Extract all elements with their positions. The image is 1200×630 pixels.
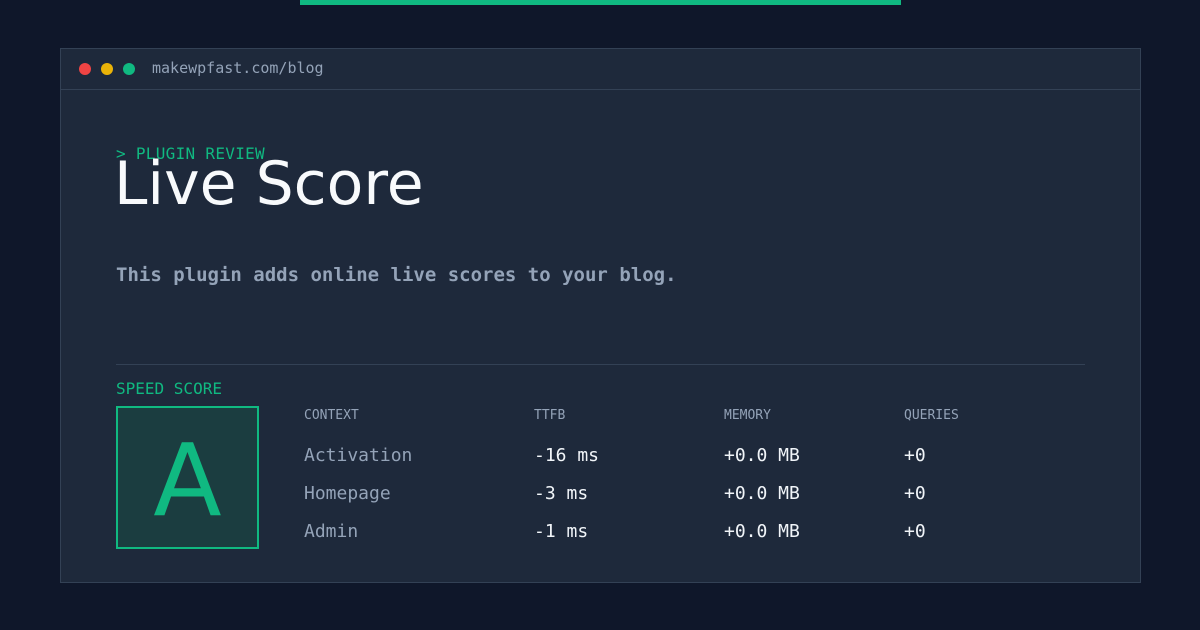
row-activation-memory: +0.0 MB xyxy=(724,445,800,466)
row-admin-memory: +0.0 MB xyxy=(724,521,800,542)
window-titlebar: makewpfast.com/blog xyxy=(61,49,1140,90)
grade-letter: A xyxy=(153,422,222,539)
row-activation-queries: +0 xyxy=(904,445,926,466)
maximize-dot[interactable] xyxy=(123,63,135,75)
speed-score-label: SPEED SCORE xyxy=(116,379,222,398)
column-header-context: CONTEXT xyxy=(304,408,359,423)
column-header-queries: QUERIES xyxy=(904,408,959,423)
row-admin-queries: +0 xyxy=(904,521,926,542)
row-admin-ttfb: -1 ms xyxy=(534,521,589,542)
url-text: makewpfast.com/blog xyxy=(152,59,324,77)
minimize-dot[interactable] xyxy=(101,63,113,75)
page-title: Live Score xyxy=(114,149,424,219)
row-homepage-ttfb: -3 ms xyxy=(534,483,589,504)
row-activation-ttfb: -16 ms xyxy=(534,445,600,466)
column-header-ttfb: TTFB xyxy=(534,408,566,423)
row-homepage-queries: +0 xyxy=(904,483,926,504)
close-dot[interactable] xyxy=(79,63,91,75)
plugin-description: This plugin adds online live scores to y… xyxy=(116,264,677,286)
column-header-memory: MEMORY xyxy=(724,408,771,423)
row-admin-context: Admin xyxy=(304,521,359,542)
section-divider xyxy=(116,364,1085,365)
browser-window: makewpfast.com/blog > PLUGIN REVIEW Live… xyxy=(60,48,1141,583)
row-homepage-context: Homepage xyxy=(304,483,391,504)
top-accent-bar xyxy=(300,0,901,5)
row-activation-context: Activation xyxy=(304,445,413,466)
row-homepage-memory: +0.0 MB xyxy=(724,483,800,504)
grade-badge: A xyxy=(116,406,259,549)
